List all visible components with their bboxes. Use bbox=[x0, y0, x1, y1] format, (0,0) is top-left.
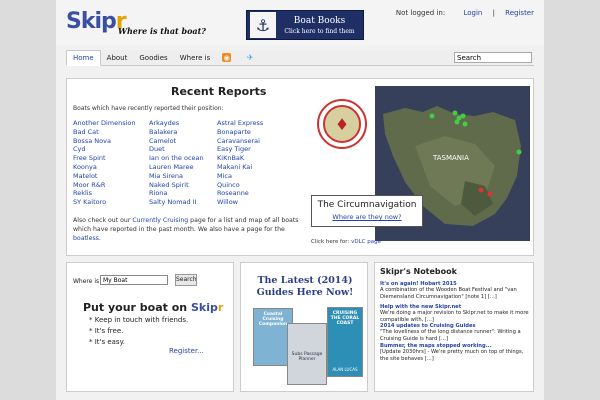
boat-link[interactable]: Another Dimension bbox=[73, 119, 136, 128]
boat-link[interactable]: Cyd bbox=[73, 145, 136, 154]
boat-link[interactable]: Duet bbox=[149, 145, 204, 154]
recent-reports-title: Recent Reports bbox=[171, 85, 267, 98]
site-header: Skipr Where is that boat? ⚓ Boat Books C… bbox=[56, 0, 544, 46]
boat-marker bbox=[462, 121, 468, 127]
boat-link[interactable]: Quinco bbox=[217, 181, 263, 190]
notebook-panel: Skipr's Notebook It's on again! Hobart 2… bbox=[374, 262, 534, 392]
register-link-2[interactable]: Register... bbox=[169, 347, 204, 355]
map-region-label: TASMANIA bbox=[432, 154, 469, 162]
circumnavigation-badge[interactable]: ♦ bbox=[317, 99, 367, 149]
boat-link[interactable]: Reklis bbox=[73, 189, 136, 198]
boat-link[interactable]: Koonya bbox=[73, 163, 136, 172]
boat-link[interactable]: Astral Express bbox=[217, 119, 263, 128]
nav-home[interactable]: Home bbox=[66, 49, 101, 66]
nav-where-is[interactable]: Where is bbox=[174, 50, 217, 66]
entry-excerpt: "The loveliness of the long distance run… bbox=[380, 329, 521, 342]
where-is-panel: Where is Search Put your boat on Skipr *… bbox=[66, 262, 234, 392]
where-is-label: Where is bbox=[73, 278, 100, 285]
boat-link[interactable]: Riona bbox=[149, 189, 204, 198]
boat-link[interactable]: Ian on the ocean bbox=[149, 154, 204, 163]
boat-marker bbox=[516, 149, 522, 155]
tasmania-emblem-icon: ♦ bbox=[323, 105, 361, 143]
boat-column-2: Arkaydes Balakera Camelot Duet Ian on th… bbox=[149, 119, 204, 207]
boat-link[interactable]: Free Spint bbox=[73, 154, 136, 163]
tagline: Where is that boat? bbox=[118, 26, 206, 36]
boat-link[interactable]: Camelot bbox=[149, 137, 204, 146]
boat-books-banner[interactable]: ⚓ Boat Books Click here to find them bbox=[246, 10, 364, 40]
rss-icon[interactable]: ◉ bbox=[222, 53, 232, 62]
entry-excerpt: [Update 2030hrs] - We're pretty much on … bbox=[380, 349, 524, 362]
boat-name-input[interactable] bbox=[100, 275, 168, 285]
map-caption: The Circumnavigation Where are they now? bbox=[311, 195, 423, 227]
boatless-link[interactable]: boatless bbox=[73, 235, 99, 242]
notebook-entry: 2014 updates to Cruising Guides "The lov… bbox=[380, 323, 532, 342]
entry-excerpt: We're doing a major revision to Skipr.ne… bbox=[380, 310, 529, 323]
list-item: * Keep in touch with friends. bbox=[89, 316, 189, 324]
book-cover-coral-coast[interactable]: CRUISING THE CORAL COAST ALAN LUCAS bbox=[327, 307, 363, 377]
boat-marker bbox=[429, 113, 435, 119]
boat-marker bbox=[478, 187, 484, 193]
vdlc-page-link[interactable]: vDLC page bbox=[351, 239, 381, 245]
benefits-list: * Keep in touch with friends. * It's fre… bbox=[89, 315, 188, 348]
notebook-entry: It's on again! Hobart 2015 A combination… bbox=[380, 281, 532, 300]
boat-link[interactable]: Easy Tiger bbox=[217, 145, 263, 154]
boat-link[interactable]: Mica bbox=[217, 172, 263, 181]
boat-column-3: Astral Express Bonaparte Caravanserai Ea… bbox=[217, 119, 263, 207]
put-your-boat-heading: Put your boat on Skipr bbox=[83, 301, 224, 314]
boat-marker bbox=[487, 191, 493, 197]
boat-link[interactable]: Mia Sirena bbox=[149, 172, 204, 181]
nav-goodies[interactable]: Goodies bbox=[133, 50, 173, 66]
boat-marker bbox=[460, 113, 466, 119]
recent-reports-panel: Recent Reports Boats which have recently… bbox=[66, 78, 534, 256]
boat-link[interactable]: KiKnBaK bbox=[217, 154, 263, 163]
boat-link[interactable]: Naked Spirit bbox=[149, 181, 204, 190]
click-for-text: Click here for: vDLC page bbox=[311, 239, 381, 245]
banner-title: Boat Books bbox=[293, 15, 346, 26]
boat-link[interactable]: Bonaparte bbox=[217, 128, 263, 137]
anchor-icon: ⚓ bbox=[250, 12, 276, 38]
also-check-out-text: Also check out our Currently Cruising pa… bbox=[73, 217, 299, 242]
site-logo[interactable]: Skipr bbox=[66, 9, 127, 34]
login-bar: Not logged in: Login | Register bbox=[395, 9, 534, 17]
boat-link[interactable]: Bad Cat bbox=[73, 128, 136, 137]
search-input[interactable] bbox=[454, 52, 532, 63]
register-link[interactable]: Register bbox=[505, 9, 534, 17]
boat-link[interactable]: Balakera bbox=[149, 128, 204, 137]
boat-link[interactable]: Matelot bbox=[73, 172, 136, 181]
recent-intro: Boats which have recently reported their… bbox=[73, 105, 224, 112]
entry-excerpt: A combination of the Wooden Boat Festiva… bbox=[380, 287, 517, 300]
caption-title: The Circumnavigation bbox=[317, 200, 417, 210]
list-item: * It's free. bbox=[89, 327, 124, 335]
main-nav: Home About Goodies Where is ◉ ✈ bbox=[66, 49, 534, 66]
boat-link[interactable]: Roseanne bbox=[217, 189, 263, 198]
banner-subtitle: Click here to find them bbox=[284, 27, 355, 35]
boat-column-1: Another Dimension Bad Cat Bossa Nova Cyd… bbox=[73, 119, 136, 207]
boat-link[interactable]: Arkaydes bbox=[149, 119, 204, 128]
boat-marker bbox=[452, 110, 458, 116]
notebook-entry: Help with the new Skipr.net We're doing … bbox=[380, 304, 532, 323]
book-cover-passage[interactable]: Subs Passage Planner bbox=[287, 323, 327, 385]
boat-link[interactable]: Salty Nomad II bbox=[149, 198, 204, 207]
boat-link[interactable]: Caravanserai bbox=[217, 137, 263, 146]
notebook-entry: Bummer, the maps stopped working... [Upd… bbox=[380, 343, 532, 362]
boat-link[interactable]: SY Kaitoro bbox=[73, 198, 136, 207]
boat-link[interactable]: Moor R&R bbox=[73, 181, 136, 190]
guides-title: The Latest (2014) Guides Here Now! bbox=[256, 275, 354, 298]
boat-link[interactable]: Bossa Nova bbox=[73, 137, 136, 146]
login-link[interactable]: Login bbox=[463, 9, 482, 17]
notebook-title: Skipr's Notebook bbox=[380, 267, 457, 276]
nav-about[interactable]: About bbox=[101, 50, 134, 66]
search-button[interactable]: Search bbox=[175, 274, 197, 286]
guides-panel[interactable]: The Latest (2014) Guides Here Now! Coast… bbox=[240, 262, 368, 392]
currently-cruising-link[interactable]: Currently Cruising bbox=[132, 217, 188, 224]
twitter-icon[interactable]: ✈ bbox=[245, 53, 255, 62]
login-status: Not logged in: bbox=[395, 9, 446, 17]
boat-link[interactable]: Makani Kai bbox=[217, 163, 263, 172]
where-are-they-link[interactable]: Where are they now? bbox=[312, 213, 422, 221]
boat-link[interactable]: Lauren Maree bbox=[149, 163, 204, 172]
boat-link[interactable]: Willow bbox=[217, 198, 263, 207]
boat-marker bbox=[454, 119, 460, 125]
